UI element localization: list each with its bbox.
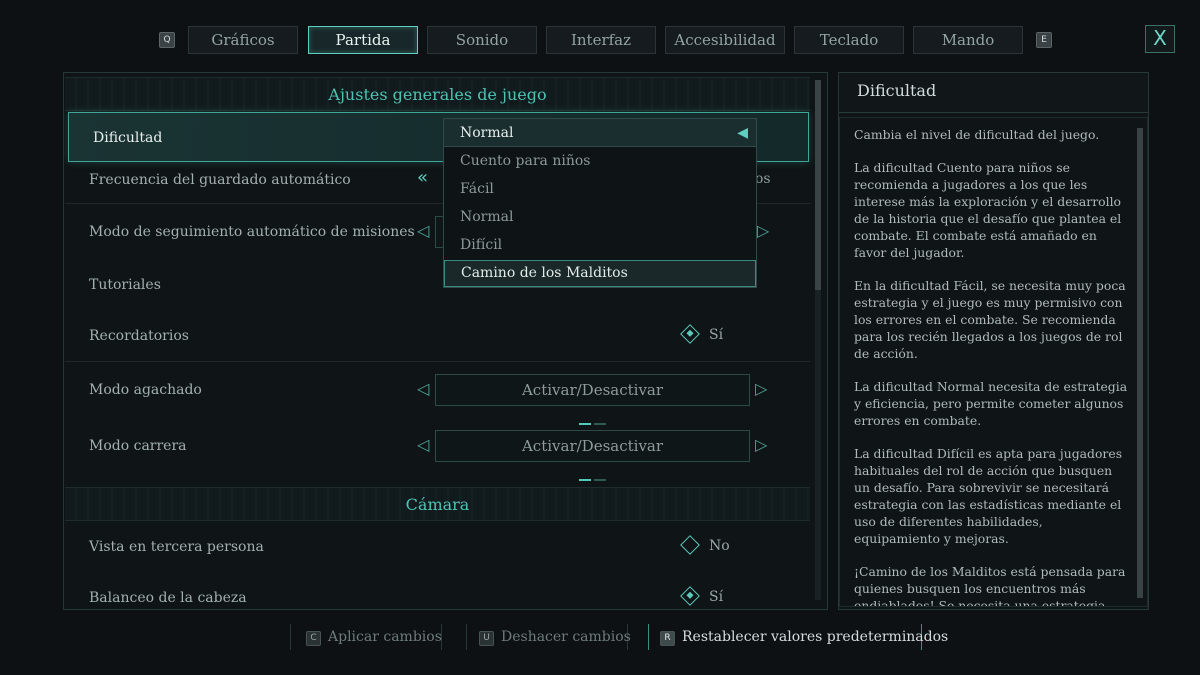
arrow-right-icon[interactable]: ▷ xyxy=(755,435,767,454)
tab-interfaz[interactable]: Interfaz xyxy=(546,26,656,54)
info-scrollbar[interactable] xyxy=(1137,128,1143,598)
setting-row-third-person[interactable]: Vista en tercera persona No xyxy=(65,522,810,572)
setting-row-head-bob[interactable]: Balanceo de la cabeza Sí xyxy=(65,573,810,609)
page-dots xyxy=(579,466,609,481)
next-tab-key[interactable]: E xyxy=(1036,32,1052,48)
dropdown-option-normal[interactable]: Normal xyxy=(444,203,756,231)
apply-changes-button[interactable]: C Aplicar cambios xyxy=(306,624,442,650)
setting-label: Vista en tercera persona xyxy=(89,539,264,555)
dropdown-selected-value: Normal xyxy=(460,125,514,141)
toggle-value: Sí xyxy=(709,327,724,343)
tab-partida[interactable]: Partida xyxy=(308,26,418,54)
dropdown-option-malditos[interactable]: Camino de los Malditos xyxy=(444,260,756,287)
setting-label: Balanceo de la cabeza xyxy=(89,590,247,606)
info-paragraph: La dificultad Difícil es apta para jugad… xyxy=(854,446,1123,546)
setting-label: Frecuencia del guardado automático xyxy=(89,172,351,188)
arrow-left-icon[interactable]: ◁ xyxy=(417,435,429,454)
tab-teclado[interactable]: Teclado xyxy=(794,26,904,54)
arrow-right-icon[interactable]: ▷ xyxy=(755,379,767,398)
info-panel: Dificultad Cambia el nivel de dificultad… xyxy=(838,72,1149,610)
undo-changes-button[interactable]: U Deshacer cambios xyxy=(479,624,631,650)
undo-label: Deshacer cambios xyxy=(501,629,631,645)
head-bob-toggle[interactable]: Sí xyxy=(680,586,724,606)
tab-accesibilidad[interactable]: Accesibilidad xyxy=(665,26,785,54)
info-paragraph: La dificultad Normal necesita de estrate… xyxy=(854,379,1128,428)
setting-row-sprint[interactable]: Modo carrera ◁ Activar/Desactivar ▷ xyxy=(65,421,810,481)
prev-tab-key[interactable]: Q xyxy=(159,32,175,48)
dropdown-option-facil[interactable]: Fácil xyxy=(444,175,756,203)
setting-row-crouch[interactable]: Modo agachado ◁ Activar/Desactivar ▷ xyxy=(65,365,810,425)
dropdown-selected[interactable]: Normal ◀ xyxy=(444,119,756,147)
reset-label: Restablecer valores predeterminados xyxy=(682,629,949,645)
apply-label: Aplicar cambios xyxy=(328,629,442,645)
setting-label: Modo agachado xyxy=(89,382,202,398)
info-scrollbar-thumb[interactable] xyxy=(1137,128,1143,598)
info-title: Dificultad xyxy=(839,73,1148,113)
section-header-general: Ajustes generales de juego xyxy=(65,77,810,111)
toggle-value: Sí xyxy=(709,589,724,605)
key-r: R xyxy=(660,631,675,646)
close-button[interactable]: X xyxy=(1145,25,1175,53)
setting-label: Modo carrera xyxy=(89,438,187,454)
difficulty-dropdown[interactable]: Normal ◀ Cuento para niños Fácil Normal … xyxy=(443,118,757,288)
dropdown-option-cuento[interactable]: Cuento para niños xyxy=(444,147,756,175)
tab-sonido[interactable]: Sonido xyxy=(427,26,537,54)
settings-scrollbar[interactable] xyxy=(815,80,821,600)
arrow-left-icon[interactable]: ◁ xyxy=(417,379,429,398)
row-divider xyxy=(65,361,810,362)
section-header-camera: Cámara xyxy=(65,487,810,521)
arrow-right-icon[interactable]: ▷ xyxy=(757,221,769,240)
info-paragraph: ¡Camino de los Malditos está pensada par… xyxy=(854,564,1126,607)
diamond-empty-icon xyxy=(680,535,700,555)
tab-mando[interactable]: Mando xyxy=(913,26,1023,54)
toggle-value: No xyxy=(709,538,730,554)
info-paragraph: La dificultad Cuento para niños se recom… xyxy=(854,160,1122,260)
setting-label: Recordatorios xyxy=(89,328,189,344)
scrollbar-thumb[interactable] xyxy=(815,80,821,290)
third-person-toggle[interactable]: No xyxy=(680,535,730,555)
crouch-value-selector[interactable]: Activar/Desactivar xyxy=(435,374,750,406)
double-chevron-left-icon[interactable]: « xyxy=(417,167,428,188)
setting-label: Tutoriales xyxy=(89,277,161,293)
caret-left-icon: ◀ xyxy=(737,125,748,141)
reset-defaults-button[interactable]: R Restablecer valores predeterminados xyxy=(660,624,948,650)
info-paragraph: Cambia el nivel de dificultad del juego. xyxy=(854,127,1100,142)
dropdown-option-dificil[interactable]: Difícil xyxy=(444,231,756,259)
info-paragraph: En la dificultad Fácil, se necesita muy … xyxy=(854,278,1126,361)
settings-tab-bar: Q Gráficos Partida Sonido Interfaz Acces… xyxy=(0,0,1200,62)
key-c: C xyxy=(306,631,321,646)
setting-value: os xyxy=(755,171,771,187)
info-body: Cambia el nivel de dificultad del juego.… xyxy=(839,117,1148,607)
diamond-check-icon xyxy=(680,324,700,344)
arrow-left-icon[interactable]: ◁ xyxy=(417,221,429,240)
page-dots xyxy=(579,410,609,425)
key-u: U xyxy=(479,631,494,646)
tab-graficos[interactable]: Gráficos xyxy=(188,26,298,54)
sprint-value-selector[interactable]: Activar/Desactivar xyxy=(435,430,750,462)
setting-row-reminders[interactable]: Recordatorios Sí xyxy=(65,311,810,361)
reminders-toggle[interactable]: Sí xyxy=(680,324,724,344)
setting-label: Modo de seguimiento automático de mision… xyxy=(89,224,415,240)
info-text: Cambia el nivel de dificultad del juego.… xyxy=(854,126,1128,607)
diamond-check-icon xyxy=(680,586,700,606)
